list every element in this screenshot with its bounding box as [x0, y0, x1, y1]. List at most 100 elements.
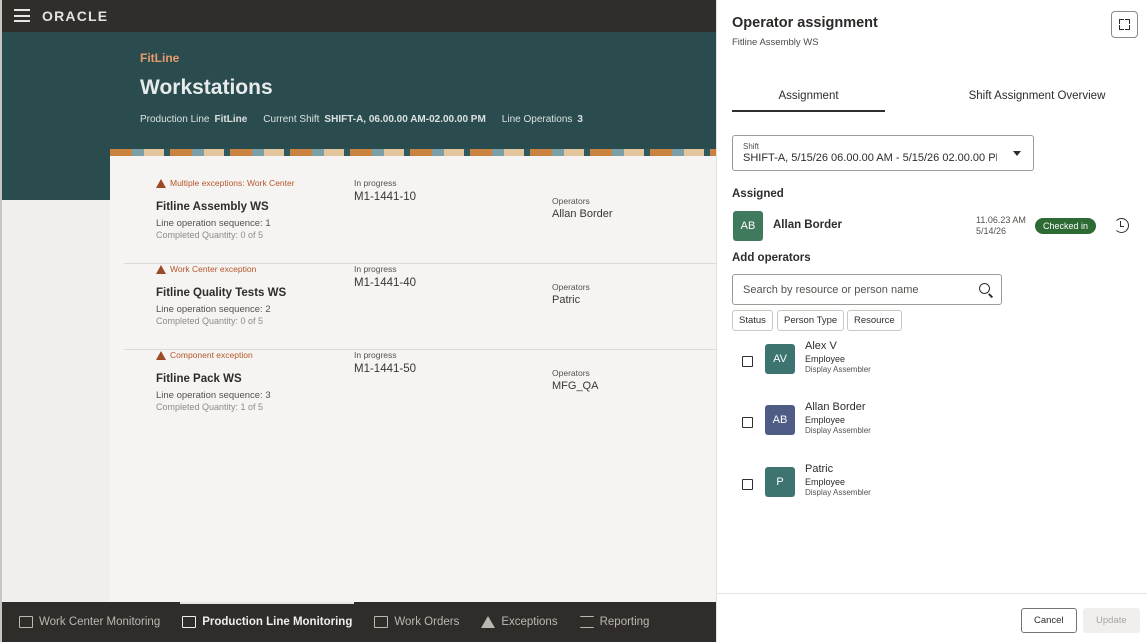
exception-label: Component exception [156, 350, 253, 360]
operation-number: M1-1441-50 [354, 363, 417, 375]
search-icon[interactable] [979, 283, 990, 294]
operators-label: Operators [552, 282, 590, 292]
cancel-button[interactable]: Cancel [1021, 608, 1077, 633]
history-icon[interactable] [1114, 218, 1129, 233]
bottom-navigation: Work Center Monitoring Production Line M… [2, 602, 716, 642]
filter-person-type[interactable]: Person Type [777, 310, 845, 331]
decorative-banner [110, 149, 716, 156]
header-meta: Production Line FitLine Current Shift SHIF… [140, 114, 583, 125]
workstation-list-card: Multiple exceptions: Work Center Fitline… [110, 149, 716, 602]
operation-status: In progress [354, 350, 397, 360]
list-item: AV Alex V Employee Display Assembler [742, 340, 1122, 390]
shift-select[interactable]: Shift SHIFT-A, 5/15/26 06.00.00 AM - 5/1… [732, 135, 1034, 171]
assigned-operator-name: Allan Border [773, 219, 843, 231]
operators-value: MFG_QA [552, 380, 599, 392]
operator-type: Employee [805, 415, 846, 425]
fullscreen-icon-corner [1119, 25, 1124, 30]
avatar: AV [765, 344, 795, 374]
fullscreen-button[interactable] [1111, 11, 1138, 38]
check-in-date-value: 5/14/26 [976, 226, 1007, 236]
add-operators-heading: Add operators [732, 252, 811, 264]
operation-sequence: Line operation sequence: 2 [156, 304, 271, 315]
operator-resource: Display Assembler [805, 488, 871, 497]
operators-label: Operators [552, 196, 590, 206]
operator-name: Alex V [805, 340, 837, 352]
status-badge: Checked in [1035, 218, 1097, 234]
operator-name: Patric [805, 463, 834, 475]
list-item: AB Allan Border Employee Display Assembl… [742, 401, 1122, 451]
nav-reporting[interactable]: Reporting [579, 602, 649, 642]
workstation-name[interactable]: Fitline Assembly WS [156, 201, 269, 213]
workstation-row[interactable]: Work Center exception Fitline Quality Te… [124, 264, 716, 350]
sliders-icon [579, 616, 594, 628]
nav-work-orders[interactable]: Work Orders [374, 602, 459, 642]
exception-label: Work Center exception [156, 264, 256, 274]
update-button[interactable]: Update [1083, 608, 1140, 633]
operators-value: Patric [552, 294, 581, 306]
drawer-tabs: Assignment Shift Assignment Overview [732, 80, 1132, 114]
top-bar: ORACLE [2, 0, 716, 32]
select-checkbox[interactable] [742, 479, 753, 490]
footer-divider [717, 593, 1147, 594]
check-in-time: 11.06.23 AM 5/14/26 [976, 215, 1026, 237]
avatar: AB [765, 405, 795, 435]
nav-exceptions[interactable]: Exceptions [481, 602, 558, 642]
breadcrumb[interactable]: FitLine [140, 51, 179, 65]
list-item: P Patric Employee Display Assembler [742, 463, 1122, 513]
avatar: P [765, 467, 795, 497]
operator-type: Employee [805, 354, 846, 364]
warning-icon [156, 178, 166, 188]
tab-shift-assignment-overview[interactable]: Shift Assignment Overview [937, 80, 1137, 112]
meta-current-shift: Current Shift SHIFT-A, 06.00.00 AM-02.00.… [263, 114, 486, 125]
select-checkbox[interactable] [742, 417, 753, 428]
monitor-icon [182, 616, 197, 628]
menu-icon[interactable] [14, 9, 30, 22]
filter-resource[interactable]: Resource [847, 310, 902, 331]
operator-resource: Display Assembler [805, 426, 871, 435]
nav-production-line-monitoring[interactable]: Production Line Monitoring [180, 602, 355, 642]
page-title: Workstations [140, 76, 273, 99]
search-input[interactable] [743, 281, 971, 299]
select-checkbox[interactable] [742, 356, 753, 367]
exception-label: Multiple exceptions: Work Center [156, 178, 295, 188]
assigned-heading: Assigned [732, 188, 784, 200]
fullscreen-icon-corner [1125, 25, 1130, 30]
fullscreen-icon-corner [1125, 19, 1130, 24]
operation-number: M1-1441-10 [354, 191, 417, 203]
operation-sequence: Line operation sequence: 3 [156, 390, 271, 401]
workstation-row[interactable]: Multiple exceptions: Work Center Fitline… [124, 178, 716, 264]
check-in-time-value: 11.06.23 AM [976, 215, 1026, 225]
operator-assignment-drawer: Operator assignment Fitline Assembly WS … [716, 0, 1147, 642]
drawer-subtitle: Fitline Assembly WS [732, 37, 819, 48]
operator-name: Allan Border [805, 401, 866, 413]
operators-value: Allan Border [552, 208, 613, 220]
oracle-logo: ORACLE [42, 8, 109, 24]
warning-icon [156, 350, 166, 360]
filter-status[interactable]: Status [732, 310, 773, 331]
workstation-name[interactable]: Fitline Pack WS [156, 373, 242, 385]
tab-assignment[interactable]: Assignment [732, 80, 885, 112]
drawer-title: Operator assignment [732, 15, 878, 31]
workstation-row[interactable]: Component exception Fitline Pack WS Line… [124, 350, 716, 436]
warning-icon [156, 264, 166, 274]
meta-production-line: Production Line FitLine [140, 114, 248, 125]
operator-resource: Display Assembler [805, 365, 871, 374]
operation-number: M1-1441-40 [354, 277, 417, 289]
shift-label: Shift [743, 142, 760, 151]
workstations-app: ORACLE FitLine Workstations Production L… [0, 0, 716, 642]
fullscreen-icon [1119, 19, 1124, 24]
operation-sequence: Line operation sequence: 1 [156, 218, 271, 229]
shift-value: SHIFT-A, 5/15/26 06.00.00 AM - 5/15/26 0… [743, 152, 997, 164]
operator-search [732, 274, 1002, 305]
operation-status: In progress [354, 264, 397, 274]
operator-type: Employee [805, 477, 846, 487]
document-icon [374, 616, 389, 628]
completed-quantity: Completed Quantity: 0 of 5 [156, 230, 264, 240]
workstation-name[interactable]: Fitline Quality Tests WS [156, 287, 286, 299]
operation-status: In progress [354, 178, 397, 188]
chevron-down-icon [1013, 151, 1021, 156]
nav-work-center-monitoring[interactable]: Work Center Monitoring [19, 602, 160, 642]
completed-quantity: Completed Quantity: 1 of 5 [156, 402, 264, 412]
warning-icon [481, 616, 496, 628]
meta-line-operations: Line Operations 3 [501, 114, 583, 125]
